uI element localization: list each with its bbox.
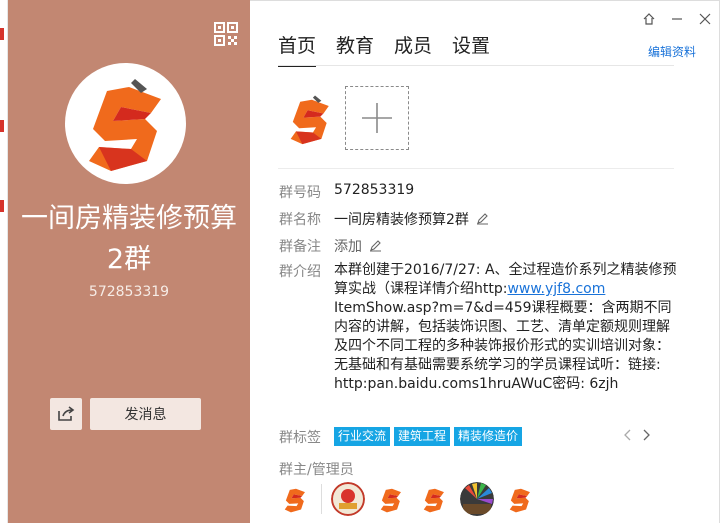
info-divider — [278, 168, 674, 169]
minimize-icon[interactable] — [669, 11, 685, 27]
remark-label: 群备注 — [279, 239, 321, 255]
id-value: 572853319 — [334, 182, 415, 198]
profile-side-panel: 一间房精装修预算2群 572853319 发消息 — [8, 0, 250, 523]
tag-navigation — [622, 428, 652, 442]
tag-item[interactable]: 建筑工程 — [394, 427, 451, 446]
background-app-strip — [0, 0, 8, 523]
tab-members[interactable]: 成员 — [394, 31, 432, 67]
strip-mark — [0, 200, 4, 212]
group-photo[interactable] — [278, 87, 342, 151]
edit-pencil-icon[interactable] — [476, 212, 489, 229]
share-button[interactable] — [50, 398, 82, 430]
admin-avatar[interactable] — [278, 482, 312, 516]
chevron-right-icon[interactable] — [642, 428, 652, 442]
remark-add[interactable]: 添加 — [334, 239, 362, 255]
intro-text-1: 本群创建于2016/7/27: A、全过程造价系列之精装修预算实战（课程详情介绍… — [334, 262, 677, 297]
tag-item[interactable]: 行业交流 — [334, 427, 391, 446]
edit-pencil-icon[interactable] — [369, 239, 382, 256]
add-photo-button[interactable] — [345, 86, 409, 150]
admin-divider — [321, 484, 322, 514]
tab-settings[interactable]: 设置 — [452, 31, 490, 67]
admins-title: 群主/管理员 — [279, 462, 354, 478]
intro-link[interactable]: www.yjf8.com — [507, 281, 605, 297]
pin-icon[interactable] — [641, 11, 657, 27]
tab-education[interactable]: 教育 — [336, 31, 374, 67]
admin-list — [278, 482, 537, 516]
name-label: 群名称 — [279, 212, 321, 228]
group-intro: 本群创建于2016/7/27: A、全过程造价系列之精装修预算实战（课程详情介绍… — [334, 261, 678, 394]
admin-avatar[interactable] — [374, 482, 408, 516]
strip-mark — [0, 28, 4, 40]
group-info-panel: 编辑资料 首页 教育 成员 设置 群号码 572853319 群名称 一间房精装… — [250, 0, 720, 523]
plus-icon — [362, 103, 392, 133]
chevron-left-icon[interactable] — [622, 428, 632, 442]
group-avatar[interactable] — [65, 63, 186, 184]
id-label: 群号码 — [279, 185, 321, 201]
edit-profile-link[interactable]: 编辑资料 — [648, 43, 696, 60]
tags-label: 群标签 — [279, 430, 321, 446]
group-id: 572853319 — [88, 284, 170, 300]
intro-label: 群介绍 — [279, 264, 321, 280]
share-icon — [58, 406, 75, 421]
tab-bar: 首页 教育 成员 设置 — [278, 31, 490, 67]
tab-divider — [278, 65, 674, 66]
group-title: 一间房精装修预算2群 — [21, 203, 237, 275]
tag-list: 行业交流 建筑工程 精装修造价 — [334, 427, 523, 446]
tab-home[interactable]: 首页 — [278, 31, 317, 67]
strip-mark — [0, 120, 4, 132]
close-icon[interactable] — [697, 11, 713, 27]
group-profile-window: 一间房精装修预算2群 572853319 发消息 编辑资料 首页 教育 成员 设… — [0, 0, 720, 523]
name-value: 一间房精装修预算2群 — [334, 212, 469, 228]
window-controls — [641, 11, 713, 27]
name-value-row: 一间房精装修预算2群 — [334, 209, 489, 229]
remark-add-row[interactable]: 添加 — [334, 236, 382, 256]
admin-avatar[interactable] — [417, 482, 451, 516]
admin-avatar[interactable] — [331, 482, 365, 516]
qr-code-icon[interactable] — [214, 22, 238, 46]
tag-item[interactable]: 精装修造价 — [454, 427, 523, 446]
intro-text-2: ItemShow.asp?m=7&d=459课程概要：含两期不同内容的讲解，包括… — [334, 300, 672, 392]
admin-avatar[interactable] — [503, 482, 537, 516]
admin-avatar[interactable] — [460, 482, 494, 516]
send-message-button[interactable]: 发消息 — [90, 398, 201, 430]
